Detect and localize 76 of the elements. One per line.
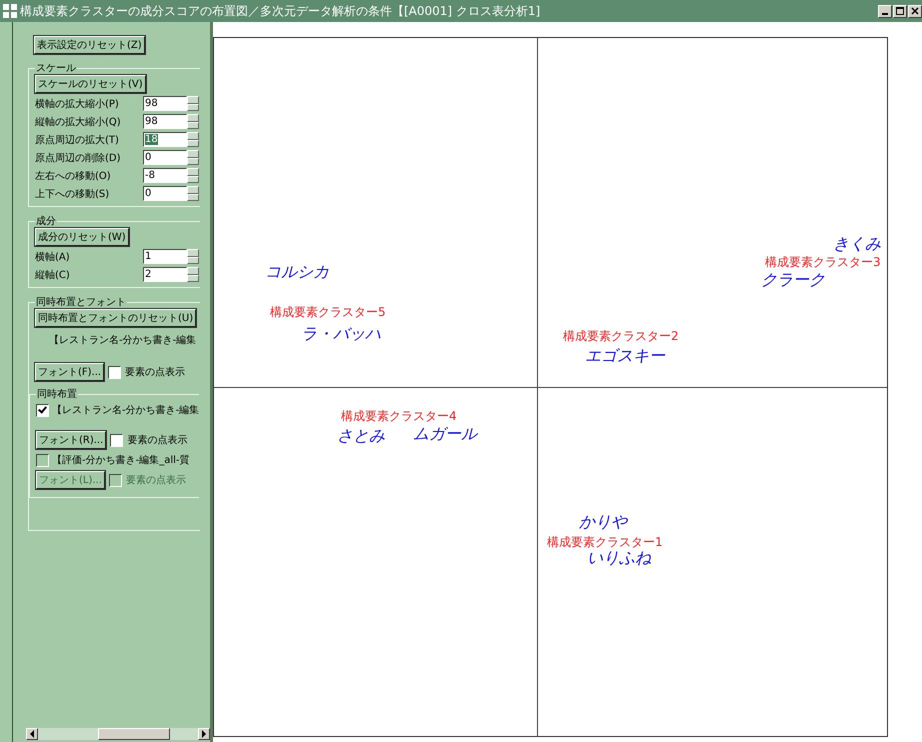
cluster-label: 構成要素クラスター2	[563, 328, 679, 345]
number-field[interactable]: -8	[143, 168, 187, 183]
group-legend: 同時布置	[36, 387, 78, 401]
cluster-label: 構成要素クラスター5	[270, 304, 386, 321]
field-label: 縦軸の拡大縮小(Q)	[35, 116, 121, 128]
checkbox[interactable]	[108, 366, 122, 378]
spinner-icon[interactable]	[187, 249, 199, 264]
number-field[interactable]: 0	[143, 186, 187, 201]
reset-layout-button[interactable]: 同時布置とフォントのリセット(U)	[35, 309, 196, 327]
number-field[interactable]: 0	[143, 150, 187, 165]
checkbox[interactable]	[110, 434, 124, 446]
element-label: ラ・バッハ	[301, 324, 381, 345]
field-value: 2	[145, 269, 152, 280]
field-label: 左右への移動(O)	[35, 170, 111, 182]
group-legend: スケール	[35, 61, 77, 75]
field-value: 98	[145, 98, 158, 109]
cluster-label: 構成要素クラスター3	[765, 254, 881, 271]
checkbox-label: 要素の点表示	[125, 366, 186, 379]
font-button[interactable]: フォント(F)...	[35, 363, 104, 381]
number-field[interactable]: 18	[143, 132, 187, 147]
spinner-icon[interactable]	[187, 114, 199, 129]
field-label: 横軸(A)	[35, 250, 70, 264]
field-label: 上下への移動(S)	[35, 188, 110, 200]
checkbox-label: 要素の点表示	[126, 474, 186, 487]
checkbox-label: 【レストラン名-分かち書き-編集	[52, 404, 200, 417]
number-field[interactable]: 98	[143, 96, 187, 111]
element-label: さとみ	[337, 426, 385, 447]
element-label: エゴスキー	[585, 346, 665, 367]
checkbox-label: 要素の点表示	[127, 434, 188, 447]
element-label: クラーク	[761, 270, 825, 291]
cluster-label: 構成要素クラスター4	[341, 408, 457, 425]
element-label: かりや	[579, 512, 627, 533]
checkbox[interactable]	[36, 404, 49, 416]
number-field[interactable]: 98	[143, 114, 187, 129]
reset-scale-button[interactable]: スケールのリセット(V)	[35, 75, 146, 93]
field-value: 18	[145, 134, 158, 145]
data-label: 【レストラン名-分かち書き-編集	[49, 334, 196, 347]
window-grid-icon	[2, 3, 18, 19]
element-label: きくみ	[833, 234, 881, 255]
group-legend: 成分	[35, 214, 57, 228]
spinner-icon[interactable]	[187, 186, 199, 201]
field-value: 1	[145, 251, 152, 262]
field-label: 横軸の拡大縮小(P)	[35, 98, 119, 110]
cluster-label: 構成要素クラスター1	[547, 534, 663, 551]
spinner-icon[interactable]	[187, 96, 199, 111]
horizontal-scrollbar[interactable]	[26, 728, 210, 740]
number-field[interactable]: 2	[143, 267, 187, 282]
field-value: 0	[145, 152, 152, 163]
field-value: 98	[145, 116, 158, 127]
element-label: ムガール	[413, 424, 477, 445]
checkbox-label: 【評価-分かち書き-編集_all-質	[52, 454, 190, 467]
reset-component-button[interactable]: 成分のリセット(W)	[35, 228, 129, 246]
spinner-icon[interactable]	[187, 132, 199, 147]
field-label: 原点周辺の削除(D)	[35, 152, 121, 164]
field-value: -8	[145, 170, 155, 181]
font-button[interactable]: フォント(R)...	[36, 431, 106, 449]
reset-display-button[interactable]: 表示設定のリセット(Z)	[34, 36, 145, 54]
maximize-icon	[896, 7, 904, 15]
element-label: いりふね	[587, 548, 651, 569]
field-value: 0	[145, 188, 152, 199]
spinner-icon[interactable]	[187, 267, 199, 282]
spinner-icon[interactable]	[187, 150, 199, 165]
minimize-button[interactable]	[878, 4, 892, 18]
field-label: 縦軸(C)	[35, 268, 70, 282]
group-legend: 同時布置とフォント	[35, 295, 127, 309]
scroll-left-icon[interactable]	[26, 728, 38, 740]
close-button[interactable]	[908, 4, 922, 18]
number-field[interactable]: 1	[143, 249, 187, 264]
field-label: 原点周辺の拡大(T)	[35, 134, 119, 146]
maximize-button[interactable]	[893, 4, 907, 18]
spinner-icon[interactable]	[187, 168, 199, 183]
window-title: 構成要素クラスターの成分スコアの布置図／多次元データ解析の条件【[A0001] クロス表分析1]	[20, 2, 542, 20]
close-icon	[911, 7, 919, 15]
scroll-thumb[interactable]	[98, 728, 170, 740]
element-label: コルシカ	[265, 262, 329, 283]
scroll-right-icon[interactable]	[198, 728, 210, 740]
